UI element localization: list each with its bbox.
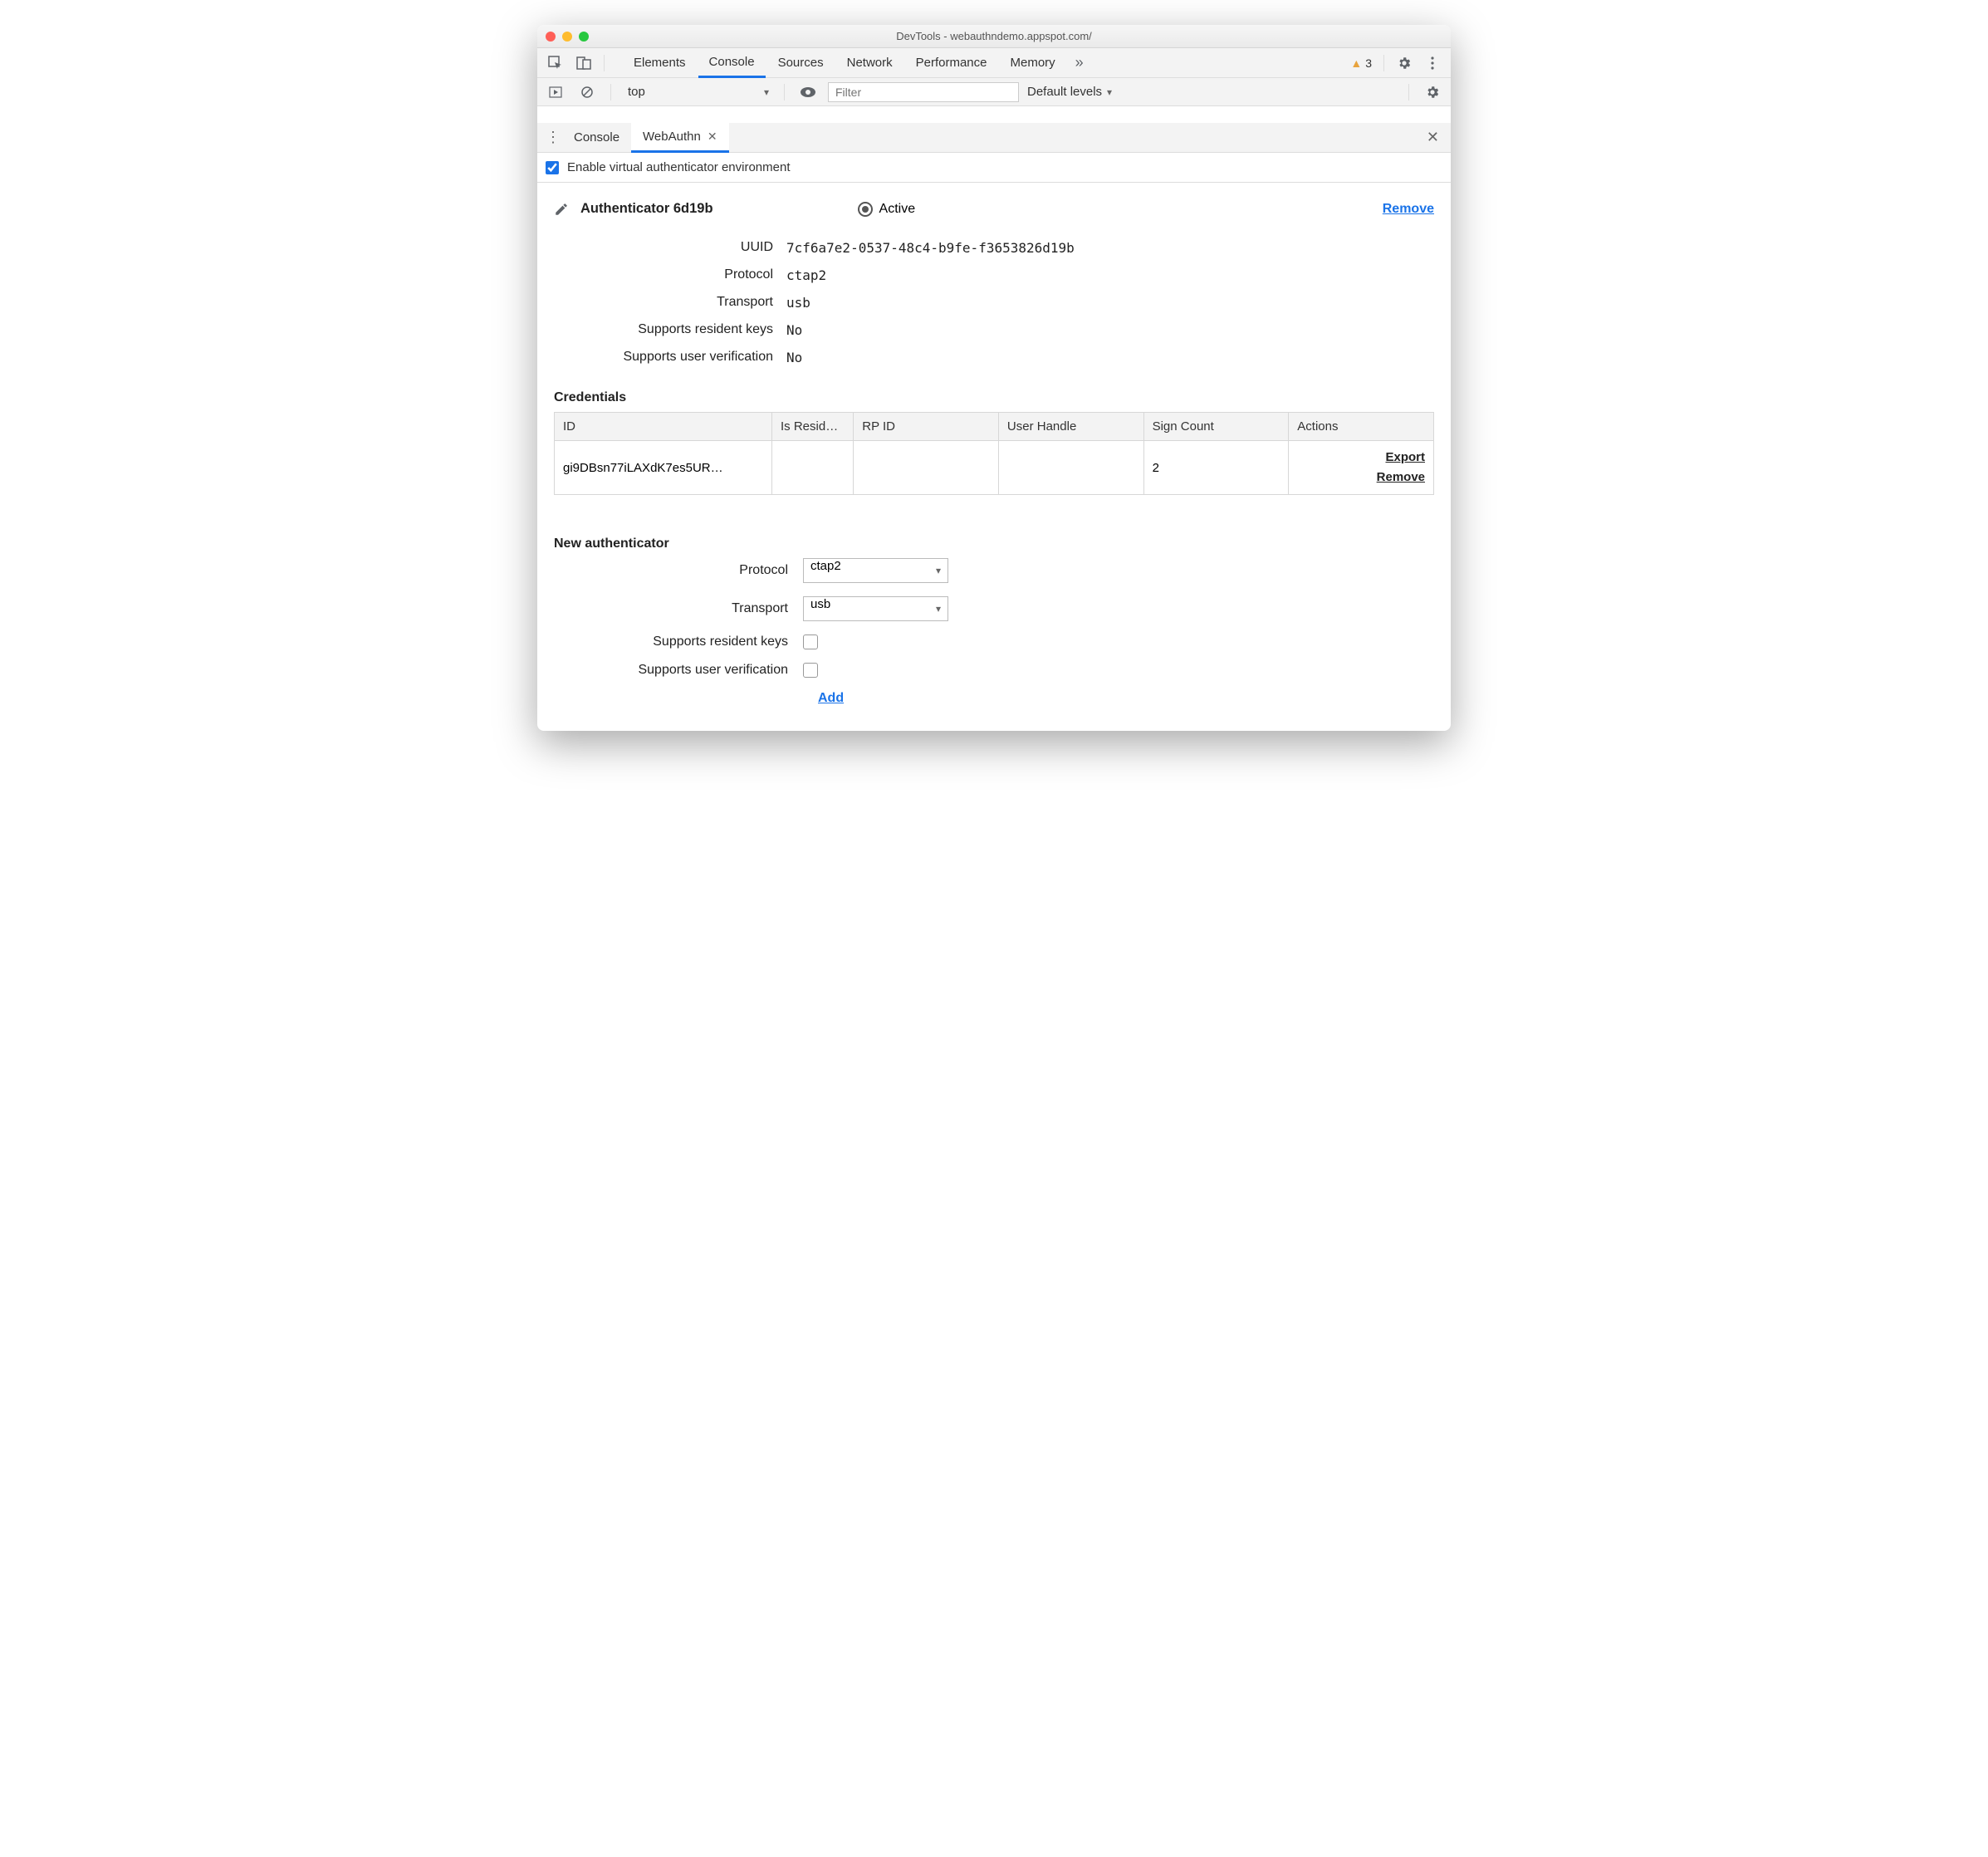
context-select[interactable]: top [623, 81, 772, 103]
console-subbar: top Default levels [537, 78, 1451, 106]
col-userhandle[interactable]: User Handle [998, 413, 1143, 441]
log-levels-select[interactable]: Default levels [1027, 85, 1112, 99]
cell-userhandle [998, 441, 1143, 495]
drawer-tab-webauthn[interactable]: WebAuthn ✕ [631, 123, 729, 153]
sidebar-toggle-icon[interactable] [544, 81, 567, 104]
tab-performance[interactable]: Performance [905, 48, 998, 78]
col-rpid[interactable]: RP ID [854, 413, 999, 441]
context-value: top [628, 85, 645, 99]
chevron-down-icon: ▾ [936, 565, 941, 576]
settings-icon[interactable] [1393, 51, 1416, 75]
drawer-menu-icon[interactable]: ⋮ [544, 129, 562, 146]
edit-name-icon[interactable] [554, 202, 569, 217]
tab-network[interactable]: Network [836, 48, 903, 78]
table-row: gi9DBsn77iLAXdK7es5UR… 2 Export Remove [555, 441, 1434, 495]
userver-label: Supports user verification [554, 350, 786, 365]
enable-label: Enable virtual authenticator environment [567, 160, 791, 174]
cell-actions: Export Remove [1289, 441, 1434, 495]
cell-signcount: 2 [1143, 441, 1289, 495]
transport-value: usb [786, 295, 1434, 311]
remove-authenticator-link[interactable]: Remove [1383, 202, 1434, 217]
tab-elements[interactable]: Elements [623, 48, 697, 78]
levels-label: Default levels [1027, 85, 1102, 99]
inspect-icon[interactable] [544, 51, 567, 75]
col-signcount[interactable]: Sign Count [1143, 413, 1289, 441]
userver-value: No [786, 350, 1434, 365]
warning-badge[interactable]: ▲ 3 [1347, 56, 1375, 70]
radio-icon [858, 202, 873, 217]
tab-memory[interactable]: Memory [1000, 48, 1066, 78]
new-protocol-label: Protocol [554, 563, 803, 578]
warning-count: 3 [1365, 56, 1372, 70]
credentials-table: ID Is Resid… RP ID User Handle Sign Coun… [554, 412, 1434, 495]
close-tab-icon[interactable]: ✕ [708, 130, 717, 144]
uuid-value: 7cf6a7e2-0537-48c4-b9fe-f3653826d19b [786, 240, 1434, 256]
col-resident[interactable]: Is Resid… [772, 413, 854, 441]
new-protocol-select[interactable]: ctap2▾ [803, 558, 948, 583]
cell-resident [772, 441, 854, 495]
cell-rpid [854, 441, 999, 495]
protocol-label: Protocol [554, 267, 786, 283]
resident-label: Supports resident keys [554, 322, 786, 338]
close-drawer-icon[interactable]: ✕ [1427, 129, 1439, 146]
new-userver-label: Supports user verification [554, 663, 803, 678]
col-id[interactable]: ID [555, 413, 772, 441]
add-authenticator-link[interactable]: Add [818, 691, 844, 705]
transport-label: Transport [554, 295, 786, 311]
live-expression-icon[interactable] [796, 81, 820, 104]
tab-console[interactable]: Console [698, 48, 766, 78]
clear-console-icon[interactable] [575, 81, 599, 104]
drawer-tab-console[interactable]: Console [562, 123, 631, 153]
new-auth-title: New authenticator [554, 537, 1434, 551]
active-radio[interactable]: Active [858, 202, 916, 217]
drawer-header: ⋮ Console WebAuthn ✕ ✕ [537, 123, 1451, 153]
kebab-menu-icon[interactable] [1421, 51, 1444, 75]
chevron-down-icon: ▾ [936, 603, 941, 615]
authenticator-title: Authenticator 6d19b [580, 201, 713, 217]
remove-credential-link[interactable]: Remove [1297, 468, 1425, 488]
window-title: DevTools - webauthndemo.appspot.com/ [537, 30, 1451, 42]
new-resident-label: Supports resident keys [554, 635, 803, 649]
enable-virtual-auth-checkbox[interactable] [546, 161, 559, 174]
new-resident-checkbox[interactable] [803, 635, 818, 649]
new-transport-label: Transport [554, 601, 803, 616]
active-label: Active [879, 202, 916, 217]
titlebar: DevTools - webauthndemo.appspot.com/ [537, 25, 1451, 48]
protocol-value: ctap2 [786, 267, 1434, 283]
more-tabs-icon[interactable]: » [1068, 51, 1091, 75]
resident-value: No [786, 322, 1434, 338]
main-toolbar: Elements Console Sources Network Perform… [537, 48, 1451, 78]
console-settings-icon[interactable] [1421, 81, 1444, 104]
panel-tabs: Elements Console Sources Network Perform… [623, 48, 1342, 78]
new-transport-select[interactable]: usb▾ [803, 596, 948, 621]
enable-row: Enable virtual authenticator environment [537, 153, 1451, 183]
tab-sources[interactable]: Sources [767, 48, 835, 78]
credentials-title: Credentials [554, 390, 1434, 405]
new-userver-checkbox[interactable] [803, 663, 818, 678]
uuid-label: UUID [554, 240, 786, 256]
warning-icon: ▲ [1350, 56, 1362, 70]
filter-input[interactable] [828, 82, 1019, 102]
cell-id: gi9DBsn77iLAXdK7es5UR… [555, 441, 772, 495]
col-actions[interactable]: Actions [1289, 413, 1434, 441]
device-mode-icon[interactable] [572, 51, 595, 75]
export-credential-link[interactable]: Export [1297, 448, 1425, 468]
